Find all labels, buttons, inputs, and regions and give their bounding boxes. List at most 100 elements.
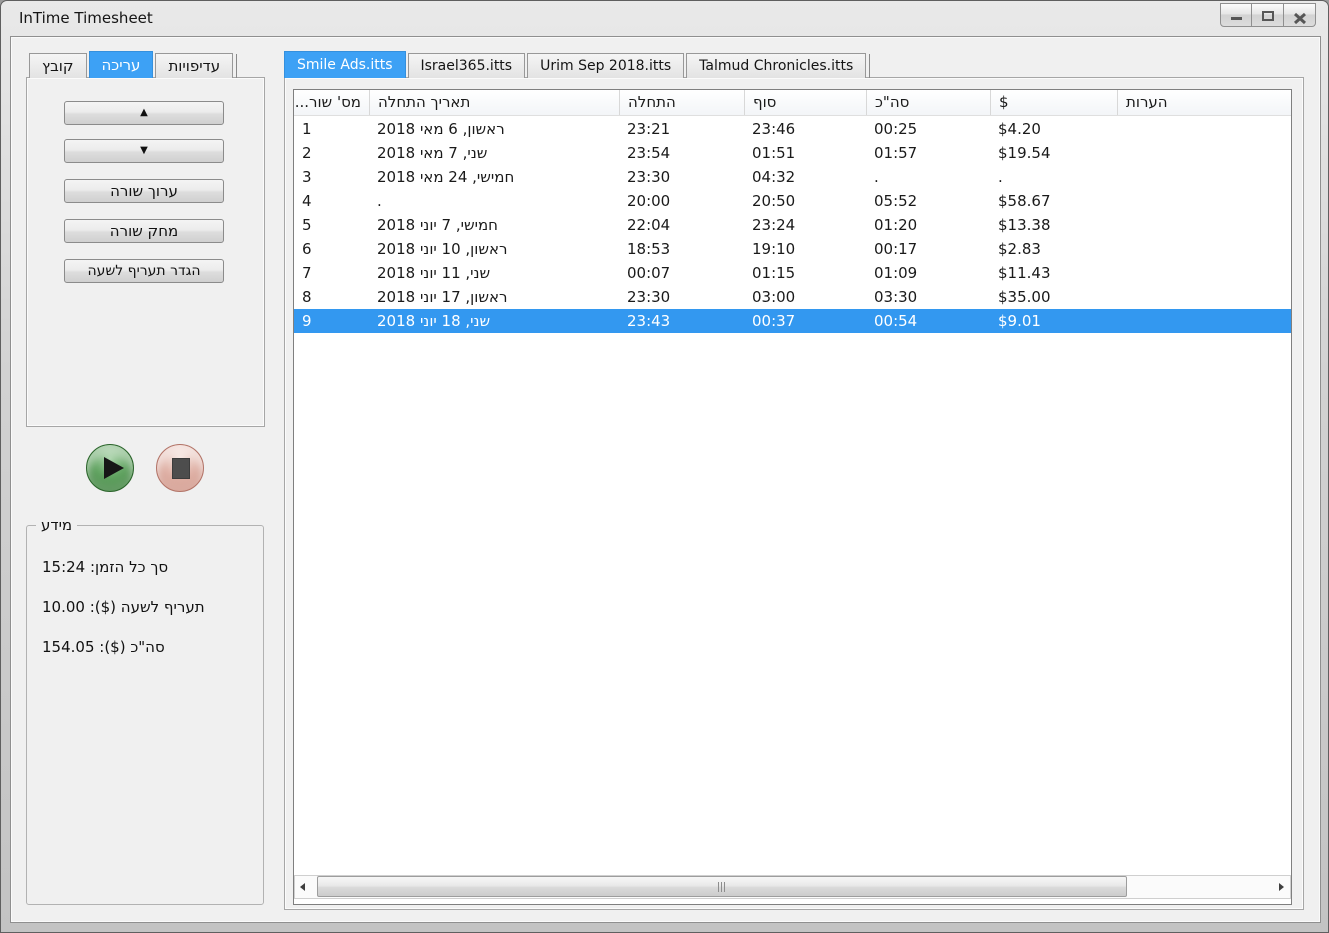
cell-start-date: שני, 18 יוני 2018 (377, 312, 491, 330)
stop-timer-button[interactable] (156, 444, 204, 492)
stop-icon (172, 458, 190, 479)
cell-end-time: 01:51 (752, 144, 796, 162)
cell-notes (1117, 213, 1291, 237)
cell-start-time: 00:07 (627, 264, 671, 282)
header-row-number[interactable]: מס' שור... (294, 90, 369, 115)
table-row-selected[interactable]: 9 שני, 18 יוני 2018 23:43 00:37 00:54 $9… (294, 309, 1291, 333)
tab-talmud-chronicles[interactable]: Talmud Chronicles.itts (686, 53, 867, 78)
cell-row-number: 4 (302, 192, 312, 210)
cell-start-date: ראשון, 10 יוני 2018 (377, 240, 508, 258)
cell-row-number: 3 (302, 168, 312, 186)
minimize-button[interactable] (1220, 3, 1252, 27)
cell-amount: $58.67 (998, 192, 1051, 210)
set-hourly-rate-button[interactable]: הגדר תעריף לשעה (64, 259, 224, 283)
cell-amount: $9.01 (998, 312, 1041, 330)
maximize-button[interactable] (1252, 3, 1284, 27)
cell-notes (1117, 285, 1291, 309)
header-amount[interactable]: $ (990, 90, 1117, 115)
play-icon (104, 457, 124, 479)
info-groupbox: מידע סך כל הזמן: 15:24 תעריף לשעה ($): 1… (26, 516, 264, 905)
table-row[interactable]: 4 . 20:00 20:50 05:52 $58.67 (294, 189, 1291, 213)
hourly-rate-label: תעריף לשעה ($): 10.00 (42, 598, 205, 616)
tab-urim-sep-2018[interactable]: Urim Sep 2018.itts (527, 53, 685, 78)
cell-start-time: 23:30 (627, 168, 671, 186)
cell-notes (1117, 261, 1291, 285)
app-window: InTime Timesheet קובץ עריכה עדיפויות ▲ ▼… (0, 0, 1329, 933)
table-row[interactable]: 7 שני, 11 יוני 2018 00:07 01:15 01:09 $1… (294, 261, 1291, 285)
cell-row-number: 5 (302, 216, 312, 234)
scroll-right-button[interactable] (1273, 876, 1290, 898)
cell-row-number: 8 (302, 288, 312, 306)
tabbar-separator (869, 54, 871, 78)
cell-notes (1117, 141, 1291, 165)
tab-israel365[interactable]: Israel365.itts (407, 53, 526, 78)
cell-end-time: 19:10 (752, 240, 796, 258)
cell-start-time: 23:21 (627, 120, 671, 138)
cell-row-number: 6 (302, 240, 312, 258)
cell-total: 05:52 (874, 192, 918, 210)
close-button[interactable] (1284, 3, 1316, 27)
start-timer-button[interactable] (86, 444, 134, 492)
scrollbar-track[interactable] (312, 876, 1273, 898)
left-arrow-icon (300, 883, 305, 891)
cell-start-time: 20:00 (627, 192, 671, 210)
right-arrow-icon (1279, 883, 1284, 891)
cell-amount: $11.43 (998, 264, 1051, 282)
cell-end-time: 23:46 (752, 120, 796, 138)
delete-row-button[interactable]: מחק שורה (64, 219, 224, 243)
tab-smile-ads[interactable]: Smile Ads.itts (284, 51, 406, 78)
scroll-left-button[interactable] (295, 876, 312, 898)
tab-preferences[interactable]: עדיפויות (155, 53, 234, 78)
minimize-icon (1231, 17, 1242, 20)
document-tabbar: Smile Ads.itts Israel365.itts Urim Sep 2… (284, 51, 871, 78)
cell-amount: . (998, 168, 1003, 186)
table-row[interactable]: 1 ראשון, 6 מאי 2018 23:21 23:46 00:25 $4… (294, 117, 1291, 141)
cell-start-time: 18:53 (627, 240, 671, 258)
header-start-date[interactable]: תאריך התחלה (369, 90, 619, 115)
header-total[interactable]: סה"כ (866, 90, 990, 115)
cell-start-date: ראשון, 6 מאי 2018 (377, 120, 505, 138)
cell-end-time: 03:00 (752, 288, 796, 306)
horizontal-scrollbar[interactable] (294, 875, 1291, 899)
cell-row-number: 9 (302, 312, 312, 330)
move-row-down-button[interactable]: ▼ (64, 139, 224, 163)
cell-row-number: 7 (302, 264, 312, 282)
edit-row-button[interactable]: ערוך שורה (64, 179, 224, 203)
cell-notes (1117, 117, 1291, 141)
header-notes[interactable]: הערות (1117, 90, 1291, 115)
tab-file[interactable]: קובץ (29, 53, 87, 78)
total-amount-label: סה"כ ($): 154.05 (42, 638, 165, 656)
cell-total: 01:09 (874, 264, 918, 282)
info-group-label: מידע (36, 516, 78, 534)
table-header: מס' שור... תאריך התחלה התחלה סוף סה"כ $ … (294, 90, 1291, 116)
table-row[interactable]: 2 שני, 7 מאי 2018 23:54 01:51 01:57 $19.… (294, 141, 1291, 165)
cell-amount: $13.38 (998, 216, 1051, 234)
cell-end-time: 20:50 (752, 192, 796, 210)
cell-end-time: 00:37 (752, 312, 796, 330)
window-controls (1220, 3, 1316, 27)
table-row[interactable]: 8 ראשון, 17 יוני 2018 23:30 03:00 03:30 … (294, 285, 1291, 309)
titlebar[interactable]: InTime Timesheet (1, 1, 1328, 36)
close-icon (1293, 10, 1307, 29)
cell-total: . (874, 168, 879, 186)
cell-notes (1117, 309, 1291, 333)
table-row[interactable]: 5 חמישי, 7 יוני 2018 22:04 23:24 01:20 $… (294, 213, 1291, 237)
menu-tabbar: קובץ עריכה עדיפויות (29, 51, 238, 78)
cell-row-number: 1 (302, 120, 312, 138)
cell-start-date: חמישי, 7 יוני 2018 (377, 216, 498, 234)
scrollbar-thumb[interactable] (317, 876, 1127, 897)
cell-notes (1117, 237, 1291, 261)
header-start-time[interactable]: התחלה (619, 90, 744, 115)
move-row-up-button[interactable]: ▲ (64, 101, 224, 125)
total-time-label: סך כל הזמן: 15:24 (42, 558, 169, 576)
table-row[interactable]: 3 חמישי, 24 מאי 2018 23:30 04:32 . . (294, 165, 1291, 189)
table-row[interactable]: 6 ראשון, 10 יוני 2018 18:53 19:10 00:17 … (294, 237, 1291, 261)
maximize-icon (1262, 11, 1274, 21)
cell-amount: $4.20 (998, 120, 1041, 138)
cell-total: 01:20 (874, 216, 918, 234)
cell-start-time: 22:04 (627, 216, 671, 234)
cell-start-date: חמישי, 24 מאי 2018 (377, 168, 515, 186)
header-end-time[interactable]: סוף (744, 90, 866, 115)
tab-edit[interactable]: עריכה (88, 51, 154, 78)
cell-start-date: שני, 11 יוני 2018 (377, 264, 491, 282)
